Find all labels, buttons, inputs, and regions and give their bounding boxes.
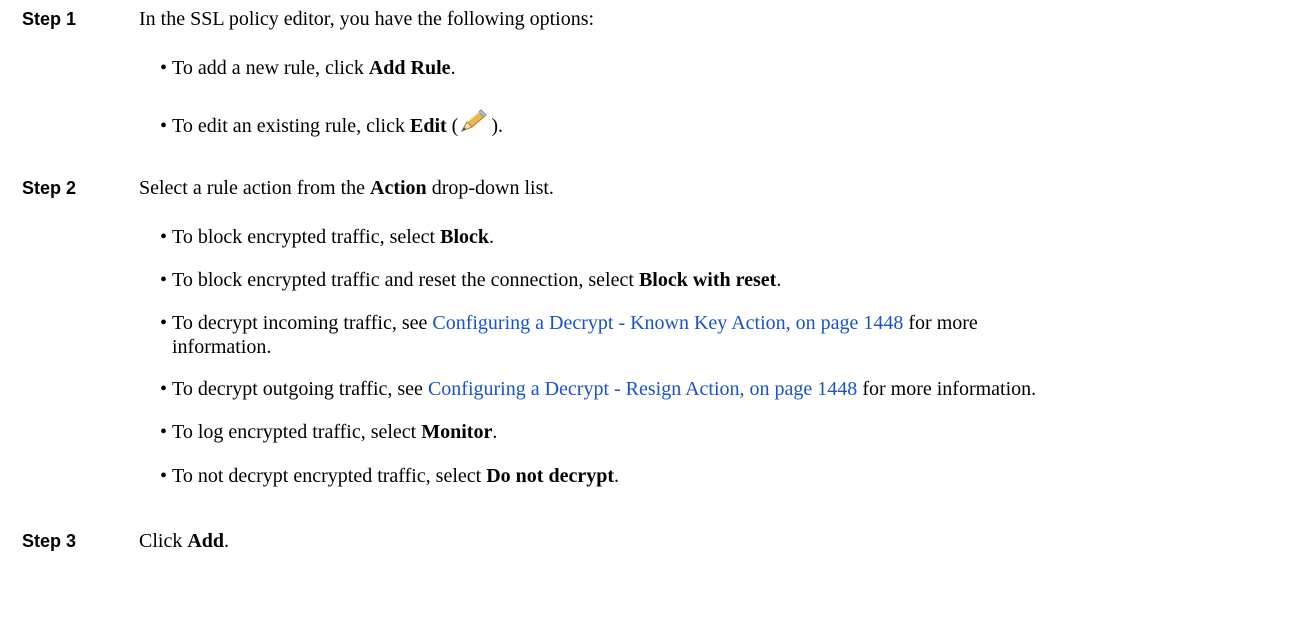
step-1-bullet-edit-rule: • To edit an existing rule, click Edit ( … [160, 108, 1290, 138]
step-2-bullet-do-not-decrypt: • To not decrypt encrypted traffic, selec… [160, 465, 619, 487]
step-1-text: In the SSL policy editor, you have the f… [139, 8, 595, 30]
step-1-label: Step 1 [22, 9, 77, 29]
known-key-action-link[interactable]: Configuring a Decrypt - Known Key Action… [432, 312, 903, 334]
step-1-bullet-add-rule: • To add a new rule, click Add Rule. [160, 57, 456, 79]
block-term: Block [440, 226, 490, 248]
step-3-label: Step 3 [22, 531, 77, 551]
step-3-text: Click Add. [139, 530, 230, 552]
step-2-bullet-block-with-reset: • To block encrypted traffic and reset th… [160, 269, 782, 291]
do-not-decrypt-term: Do not decrypt [486, 465, 614, 487]
step-2-bullet-block: • To block encrypted traffic, select Bloc… [160, 226, 495, 248]
add-rule-term: Add Rule [368, 57, 451, 79]
step-2-bullet-known-key: • To decrypt incoming traffic, see Config… [160, 312, 978, 358]
add-term: Add [187, 530, 225, 552]
resign-action-link[interactable]: Configuring a Decrypt - Resign Action, o… [428, 378, 857, 400]
action-term: Action [370, 177, 427, 199]
step-2-bullet-monitor: • To log encrypted traffic, select Monito… [160, 421, 498, 443]
step-2-text: Select a rule action from the Action dro… [139, 177, 554, 199]
monitor-term: Monitor [421, 421, 493, 443]
edit-term: Edit [409, 115, 447, 137]
pencil-icon [461, 109, 488, 132]
step-2-label: Step 2 [22, 178, 77, 198]
block-with-reset-term: Block with reset [638, 269, 777, 291]
step-2-bullet-resign: • To decrypt outgoing traffic, see Config… [160, 378, 1037, 400]
